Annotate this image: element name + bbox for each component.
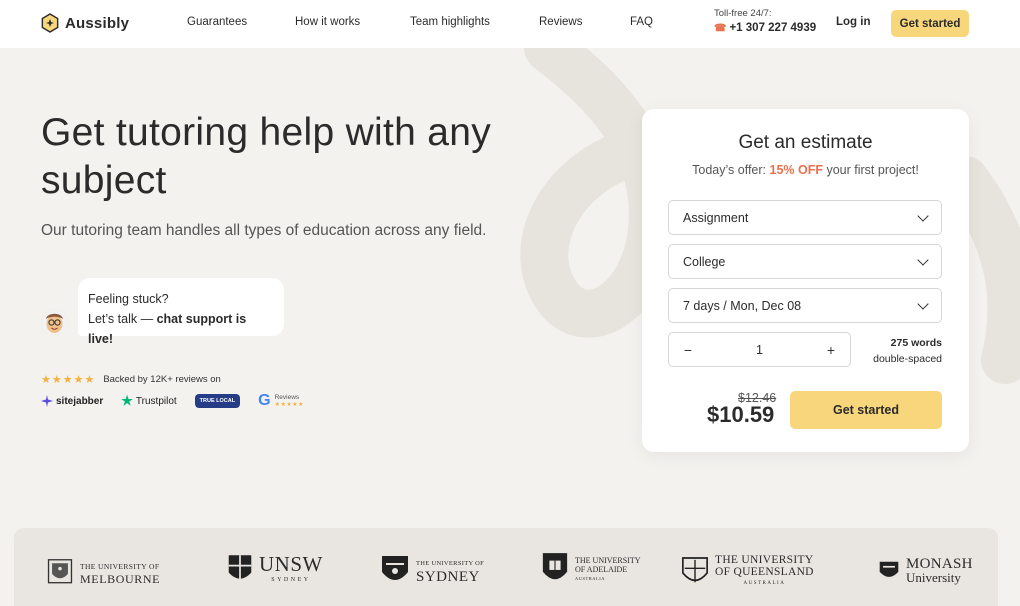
hero-subtitle: Our tutoring team handles all types of e…: [41, 222, 487, 239]
nav-reviews[interactable]: Reviews: [539, 16, 582, 28]
phone-label: Toll-free 24/7:: [714, 8, 772, 19]
sitejabber-badge[interactable]: sitejabber: [41, 395, 103, 407]
monash-name: MONASH University: [906, 557, 973, 585]
university-logo-queensland: THE UNIVERSITY OF QUEENSLAND AUSTRALIA: [681, 554, 814, 590]
offer-suffix: your first project!: [823, 163, 919, 177]
monash-line2: University: [906, 570, 961, 585]
brand-name: Aussibly: [65, 14, 130, 32]
university-logo-monash: MONASH University: [878, 557, 973, 585]
chat-line-2-prefix: Let’s talk —: [88, 312, 157, 326]
academic-level-select[interactable]: College: [668, 244, 942, 279]
nav-how-it-works[interactable]: How it works: [295, 16, 360, 28]
google-reviews-text: Reviews ★★★★★: [275, 394, 304, 408]
google-icon: G: [258, 392, 271, 409]
university-logo-unsw: UNSW SYDNEY: [227, 552, 323, 588]
google-reviews-label: Reviews: [274, 394, 300, 401]
offer-prefix: Today’s offer:: [692, 163, 770, 177]
trustpilot-badge[interactable]: ★ Trustpilot: [121, 393, 176, 409]
sydney-line1: THE UNIVERSITY OF: [416, 559, 485, 567]
trustpilot-star-icon: ★: [121, 393, 133, 408]
new-price: $10.59: [707, 402, 775, 427]
melbourne-line2: MELBOURNE: [80, 572, 161, 586]
sitejabber-label: sitejabber: [56, 395, 104, 407]
nav-team-highlights[interactable]: Team highlights: [410, 16, 490, 28]
offer-text: Today’s offer: 15% OFF your first projec…: [642, 163, 969, 177]
pages-stepper[interactable]: − 1 +: [668, 332, 851, 367]
rating-row: ★★★★★ Backed by 12K+ reviews on: [41, 373, 221, 386]
chat-bubble[interactable]: Feeling stuck? Let’s talk — chat support…: [78, 278, 284, 346]
melbourne-name: THE UNIVERSITY OF MELBOURNE: [80, 561, 160, 585]
rating-stars: ★★★★★: [41, 374, 96, 386]
increase-button[interactable]: +: [824, 342, 838, 358]
university-logo-sydney: THE UNIVERSITY OF SYDNEY: [380, 554, 484, 588]
trustpilot-label: Trustpilot: [135, 395, 177, 407]
sitejabber-icon: [41, 395, 53, 407]
offer-discount: 15% OFF: [769, 163, 824, 177]
backed-by-text: Backed by 12K+ reviews on: [103, 374, 221, 385]
sydney-crest-icon: [382, 556, 408, 580]
chevron-down-icon: [917, 253, 929, 266]
phone-contact[interactable]: Toll-free 24/7: ☎ +1 307 227 4939: [714, 8, 816, 34]
queensland-line3: AUSTRALIA: [743, 581, 786, 586]
phone-icon: ☎: [714, 22, 727, 34]
word-count-value: 275 words: [890, 337, 942, 349]
pages-value[interactable]: 1: [756, 343, 763, 357]
paper-type-select[interactable]: Assignment: [668, 200, 942, 235]
chevron-down-icon: [917, 297, 929, 310]
word-count: 275 words double-spaced: [862, 335, 942, 367]
chat-support-prompt[interactable]: Feeling stuck? Let’s talk — chat support…: [41, 278, 284, 346]
chat-line-2: Let’s talk — chat support is live!: [88, 309, 274, 349]
brand-logo[interactable]: Aussibly: [41, 13, 129, 33]
nav-faq[interactable]: FAQ: [630, 16, 653, 28]
chat-line-1: Feeling stuck?: [88, 292, 169, 306]
monash-crest-icon: [879, 561, 899, 577]
support-agent-avatar: [41, 309, 68, 336]
hero-title: Get tutoring help with any subject: [41, 111, 492, 202]
phone-number[interactable]: ☎ +1 307 227 4939: [714, 22, 816, 34]
estimate-title: Get an estimate: [738, 132, 873, 153]
adelaide-crest-icon: [542, 553, 568, 580]
google-stars: ★★★★★: [274, 402, 304, 408]
queensland-line1: THE UNIVERSITY: [715, 554, 814, 566]
adelaide-line3: AUSTRALIA: [575, 575, 605, 581]
queensland-line2: OF QUEENSLAND: [715, 566, 814, 578]
adelaide-line1: THE UNIVERSITY: [575, 555, 641, 565]
university-logos-strip: THE UNIVERSITY OF MELBOURNE UNSW SYDNEY …: [14, 528, 998, 606]
top-navigation-bar: Aussibly Guarantees How it works Team hi…: [0, 0, 1020, 48]
paper-type-value: Assignment: [683, 210, 749, 225]
sydney-name: THE UNIVERSITY OF SYDNEY: [416, 558, 484, 585]
sydney-line2: SYDNEY: [416, 568, 480, 585]
university-logo-adelaide: THE UNIVERSITY OF ADELAIDE AUSTRALIA: [541, 550, 641, 588]
logo-icon: [41, 13, 59, 33]
deadline-value: 7 days / Mon, Dec 08: [683, 298, 802, 313]
review-badges: sitejabber ★ Trustpilot TRUE LOCAL G Rev…: [41, 392, 304, 410]
unsw-crest-icon: [228, 555, 252, 582]
adelaide-line2: OF ADELAIDE: [575, 564, 628, 574]
melbourne-crest-icon: [47, 559, 73, 584]
queensland-crest-icon: [682, 557, 708, 583]
queensland-name: THE UNIVERSITY OF QUEENSLAND AUSTRALIA: [715, 554, 814, 590]
university-logo-melbourne: THE UNIVERSITY OF MELBOURNE: [46, 558, 160, 588]
decrease-button[interactable]: −: [681, 342, 695, 358]
estimate-card: Get an estimate Today’s offer: 15% OFF y…: [642, 109, 969, 452]
unsw-name: UNSW SYDNEY: [259, 554, 323, 586]
google-reviews-badge[interactable]: G Reviews ★★★★★: [258, 392, 304, 410]
header-get-started-button[interactable]: Get started: [891, 10, 969, 37]
nav-guarantees[interactable]: Guarantees: [187, 16, 247, 28]
deadline-select[interactable]: 7 days / Mon, Dec 08: [668, 288, 942, 323]
adelaide-name: THE UNIVERSITY OF ADELAIDE AUSTRALIA: [575, 556, 641, 583]
unsw-line1: UNSW: [259, 552, 323, 576]
chevron-down-icon: [917, 209, 929, 222]
spacing-label: double-spaced: [873, 353, 942, 365]
monash-line1: MONASH: [906, 556, 973, 572]
truelocal-badge[interactable]: TRUE LOCAL: [194, 394, 241, 408]
phone-number-text: +1 307 227 4939: [729, 22, 817, 34]
academic-level-value: College: [683, 254, 726, 269]
login-link[interactable]: Log in: [836, 16, 871, 28]
estimate-get-started-button[interactable]: Get started: [790, 391, 942, 429]
